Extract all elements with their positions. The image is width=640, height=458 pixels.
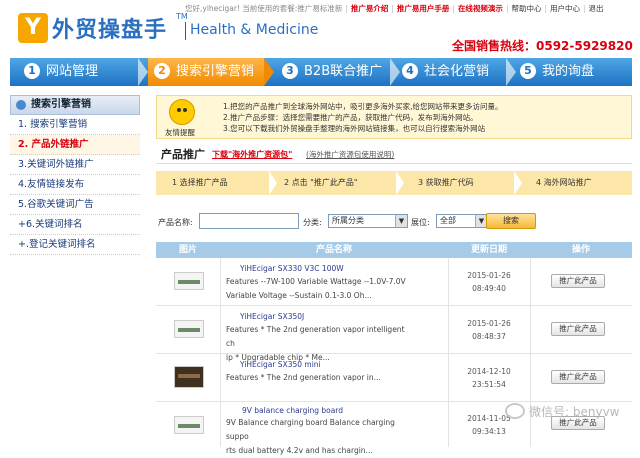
- col-image: 图片: [178, 245, 197, 255]
- sales-hotline: 全国销售热线：0592-5929820: [452, 39, 633, 53]
- show-label: 展位:: [411, 218, 430, 227]
- nav-arrow: [138, 58, 148, 86]
- logo-text: 外贸操盘手: [52, 18, 168, 43]
- promote-product-button[interactable]: 推广此产品: [551, 322, 605, 336]
- product-name-label: 产品名称:: [158, 218, 193, 227]
- product-name[interactable]: YiHEcigar SX350J: [240, 312, 304, 321]
- tip-label: 友情提醒: [165, 128, 195, 137]
- nav-social-marketing[interactable]: 4 社会化营销: [402, 58, 489, 86]
- sidebar-item-keyword-ranking[interactable]: +6.关键词排名: [10, 215, 140, 235]
- update-date: 2015-01-26 08:48:37: [467, 319, 511, 341]
- nav-arrow-active: [264, 58, 274, 86]
- product-name[interactable]: 9V balance charging board: [242, 406, 343, 415]
- show-select[interactable]: 全部 ▼: [436, 214, 488, 228]
- sidebar-item-keyword-links[interactable]: 3.关键词外链推广: [10, 155, 140, 175]
- product-desc: Features * The 2nd generation vapor in..…: [226, 373, 381, 382]
- chevron-down-icon: ▼: [395, 215, 407, 227]
- link-user-center[interactable]: 用户中心: [550, 4, 580, 13]
- search-button[interactable]: 搜索: [486, 213, 536, 229]
- col-name: 产品名称: [315, 245, 352, 255]
- step-arrow: [514, 171, 522, 195]
- welcome-text: 您好,yihecigar! 当前使用的套餐:推广易标准新: [185, 4, 343, 13]
- update-date: 2015-01-26 08:49:40: [467, 271, 511, 293]
- product-thumbnail[interactable]: [174, 366, 204, 388]
- section-title: 产品推广: [161, 148, 205, 161]
- sidebar-item-product-links[interactable]: 2. 产品外链推广: [10, 135, 140, 155]
- category-select[interactable]: 所属分类 ▼: [328, 214, 408, 228]
- table-row: YiHEcigar SX350J Features * The 2nd gene…: [156, 306, 632, 362]
- table-row: YiHEcigar SX350 mini Features * The 2nd …: [156, 354, 632, 402]
- logo-subtitle: Health & Medicine: [190, 22, 319, 38]
- wechat-icon: [505, 403, 525, 419]
- sidebar: 搜索引擎营销 1. 搜索引擎营销 2. 产品外链推广 3.关键词外链推广 4.友…: [10, 95, 140, 265]
- logo-icon: Y: [18, 13, 48, 43]
- col-action: 操作: [571, 245, 590, 255]
- product-name[interactable]: YiHEcigar SX330 V3C 100W: [240, 264, 344, 273]
- product-name[interactable]: YiHEcigar SX350 mini: [240, 360, 321, 369]
- update-date: 2014-12-10 23:51:54: [467, 367, 511, 389]
- nav-arrow: [506, 58, 516, 86]
- sidebar-item-register-ranking[interactable]: +.登记关键词排名: [10, 235, 140, 255]
- product-thumbnail[interactable]: [174, 320, 204, 338]
- download-pack-link[interactable]: 下载"海外推广资源包": [212, 149, 292, 160]
- nav-my-inquiries[interactable]: 5 我的询盘: [520, 58, 594, 86]
- category-label: 分类:: [303, 218, 322, 227]
- step-3: 3 获取推广代码: [418, 178, 474, 187]
- col-date: 更新日期: [470, 245, 507, 255]
- tip-box: 友情提醒 1.把您的产品推广到全球海外网站中，吸引更多海外买家,给您网站带来更多…: [156, 95, 632, 139]
- link-video[interactable]: 在线视频演示: [458, 4, 503, 13]
- product-name-input[interactable]: [199, 213, 299, 229]
- link-intro[interactable]: 推广易介绍: [351, 4, 389, 13]
- nav-site-management[interactable]: 1 网站管理: [24, 58, 98, 86]
- product-thumbnail[interactable]: [174, 272, 204, 290]
- product-desc: 9V Balance charging board Balance chargi…: [226, 418, 395, 455]
- smiley-icon: [169, 99, 195, 125]
- top-bar: 您好,yihecigar! 当前使用的套餐:推广易标准新 | 推广易介绍 | 推广易用户…: [185, 4, 604, 13]
- sidebar-item-search-engine[interactable]: 1. 搜索引擎营销: [10, 115, 140, 135]
- link-help[interactable]: 帮助中心: [511, 4, 541, 13]
- promote-product-button[interactable]: 推广此产品: [551, 274, 605, 288]
- steps-bar: 1 选择推广产品 2 点击 "推广此产品" 3 获取推广代码 4 海外网站推广: [156, 171, 632, 195]
- step-arrow: [396, 171, 404, 195]
- step-arrow: [269, 171, 277, 195]
- main-nav: 1 网站管理 2 搜索引擎营销 3 B2B联合推广 4 社会化营销 5 我的询盘: [10, 58, 632, 86]
- pack-guide-link[interactable]: (海外推广资源包使用说明): [306, 149, 394, 160]
- tip-text: 1.把您的产品推广到全球海外网站中，吸引更多海外买家,给您网站带来更多访问量。 …: [223, 102, 503, 133]
- nav-arrow: [390, 58, 400, 86]
- table-row: YiHEcigar SX330 V3C 100W Features --7W-1…: [156, 258, 632, 306]
- step-4: 4 海外网站推广: [536, 178, 592, 187]
- promote-product-button[interactable]: 推广此产品: [551, 370, 605, 384]
- product-thumbnail[interactable]: [174, 416, 204, 434]
- sidebar-title: 搜索引擎营销: [10, 95, 140, 115]
- step-1: 1 选择推广产品: [172, 178, 228, 187]
- nav-b2b-promotion[interactable]: 3 B2B联合推广: [282, 58, 382, 86]
- link-manual[interactable]: 推广易用户手册: [397, 4, 450, 13]
- sidebar-item-friend-links[interactable]: 4.友情链接发布: [10, 175, 140, 195]
- step-2: 2 点击 "推广此产品": [284, 178, 358, 187]
- user-icon: [16, 100, 26, 110]
- table-header: 图片 产品名称 更新日期 操作: [156, 242, 632, 258]
- divider: [156, 163, 632, 164]
- sidebar-item-google-ads[interactable]: 5.谷歌关键词广告: [10, 195, 140, 215]
- logo-divider: [185, 22, 186, 40]
- wechat-watermark: 微信号: benyvw: [505, 403, 619, 420]
- link-logout[interactable]: 退出: [589, 4, 604, 13]
- product-desc: Features --7W-100 Variable Wattage --1.0…: [226, 277, 406, 300]
- nav-search-engine-marketing[interactable]: 2 搜索引擎营销: [148, 58, 264, 86]
- header: Y 外贸操盘手 TM Health & Medicine 您好,yiheciga…: [0, 0, 640, 58]
